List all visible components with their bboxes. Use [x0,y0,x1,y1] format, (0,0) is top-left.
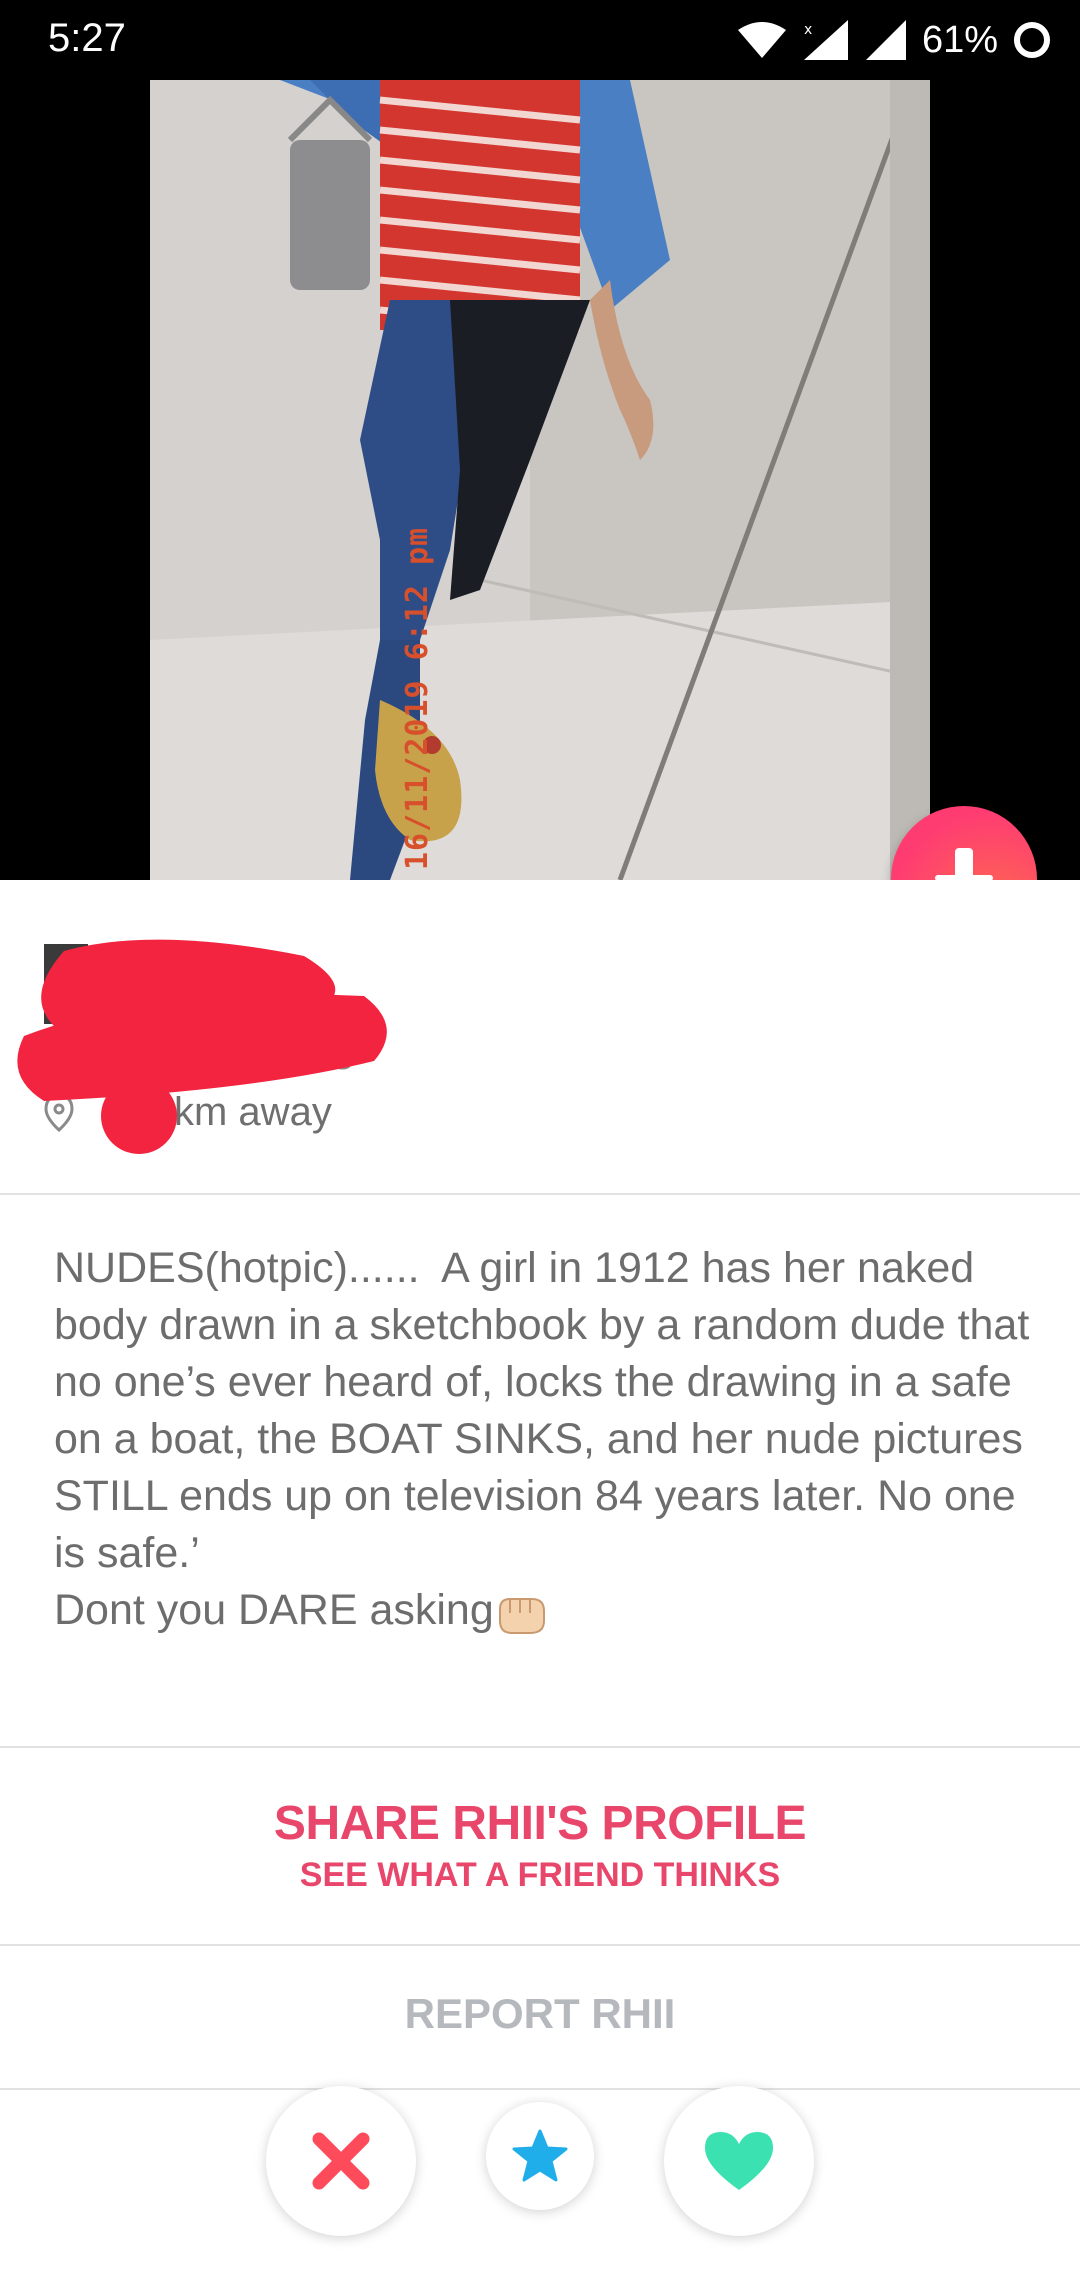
close-icon [312,2132,370,2190]
status-bar: 5:27 x 61% [0,0,1080,80]
photo-date-stamp: 16/11/2019 6:12 pm [400,526,435,870]
redaction-scribble [17,939,387,1154]
star-icon [512,2129,568,2182]
fist-emoji-icon [498,1597,545,1634]
report-label: REPORT RHII [404,1990,676,2037]
profile-bio: NUDES(hotpic)...... A girl in 1912 has h… [54,1240,1044,1639]
cellular-signal-icon-2 [865,20,906,60]
divider [0,1746,1080,1748]
divider [0,2088,1080,2090]
divider [0,1193,1080,1195]
svg-text:x: x [804,22,812,38]
profile-photo[interactable]: 16/11/2019 6:12 pm [150,80,930,880]
nope-button[interactable] [266,2086,416,2236]
share-profile-subtitle: SEE WHAT A FRIEND THINKS [299,1856,781,1894]
bio-text: NUDES(hotpic)...... A girl in 1912 has h… [54,1244,1030,1634]
share-profile-button[interactable]: SHARE RHII'S PROFILE SEE WHAT A FRIEND T… [0,1752,1080,1944]
super-like-button[interactable] [486,2102,594,2210]
heart-icon [705,2132,773,2190]
profile-photo-area[interactable]: 16/11/2019 6:12 pm [0,80,1080,880]
share-profile-title: SHARE RHII'S PROFILE [273,1797,807,1850]
wifi-icon [737,22,786,58]
battery-percentage: 61% [921,18,998,61]
like-button[interactable] [664,2086,814,2236]
status-time: 5:27 [48,16,126,60]
battery-icon [1014,22,1050,58]
photo-illustration [150,80,930,880]
cellular-signal-icon: x [803,20,848,60]
report-button[interactable]: REPORT RHII [0,1946,1080,2086]
